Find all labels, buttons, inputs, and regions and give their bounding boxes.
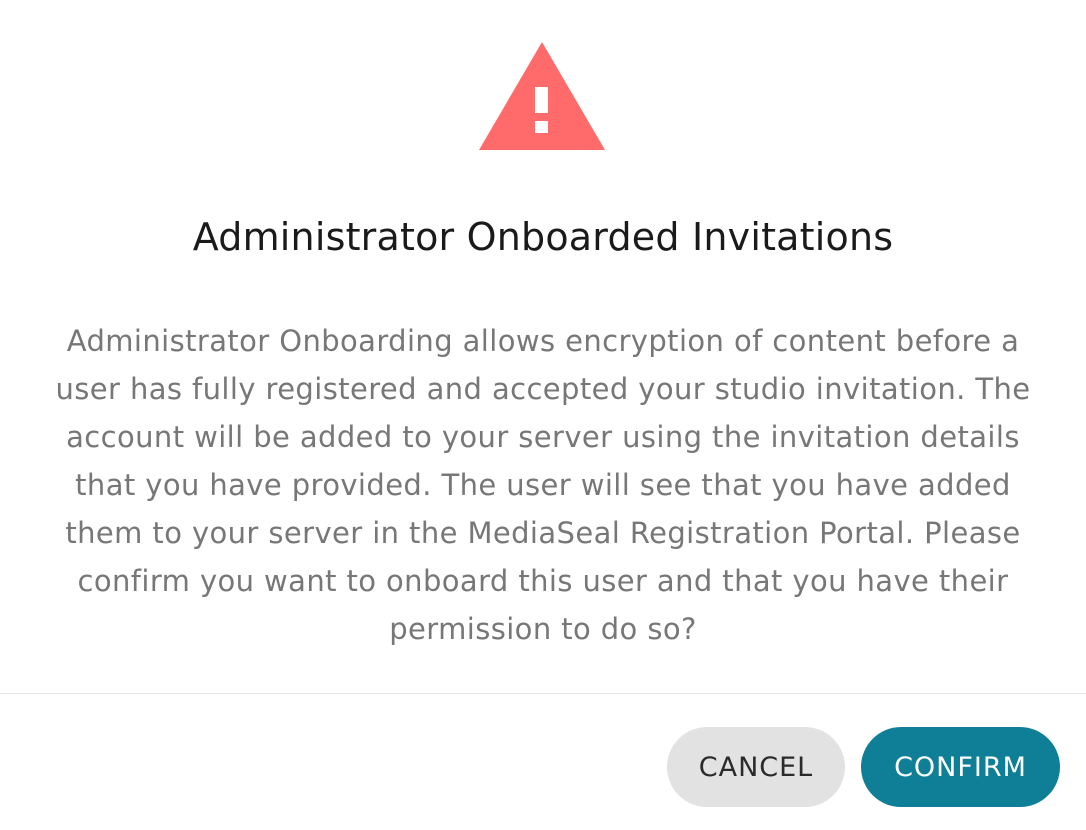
dialog-message: Administrator Onboarding allows encrypti… [55, 324, 1031, 646]
footer-divider [0, 693, 1086, 694]
cancel-button[interactable]: CANCEL [667, 727, 845, 807]
confirm-button[interactable]: CONFIRM [861, 727, 1060, 807]
warning-triangle-icon [479, 42, 605, 150]
onboarding-confirm-dialog: Administrator Onboarded Invitations Admi… [0, 0, 1086, 830]
dialog-title: Administrator Onboarded Invitations [192, 215, 894, 259]
